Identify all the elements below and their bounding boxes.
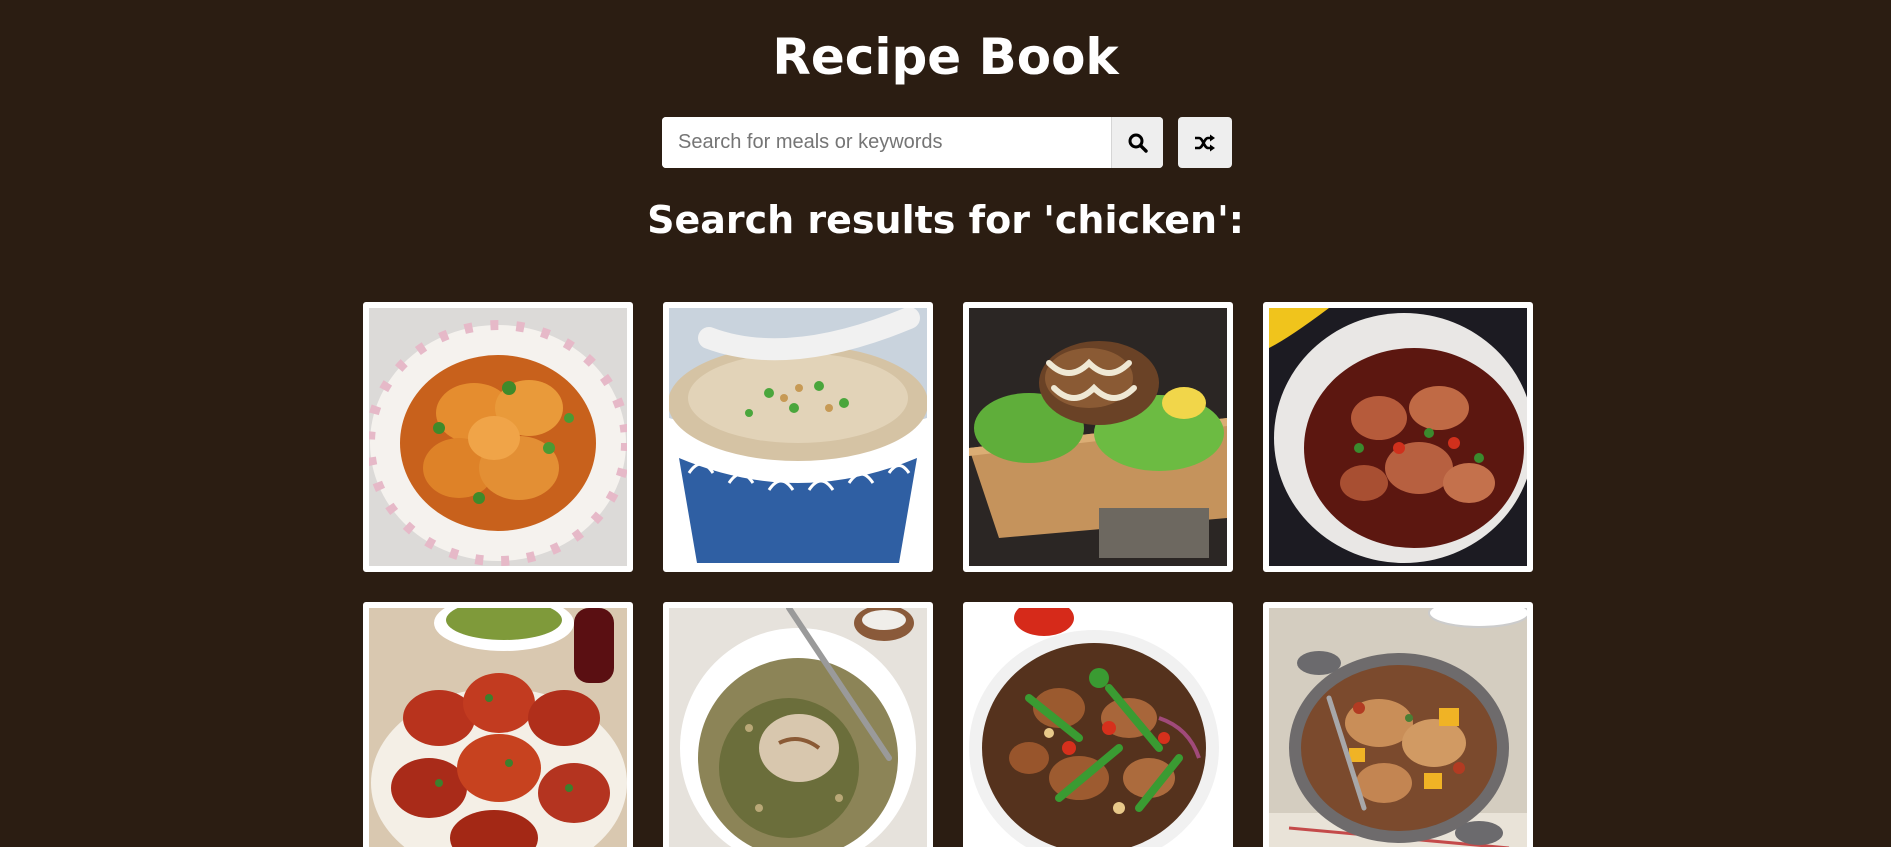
meal-card[interactable] — [363, 302, 633, 572]
chicken-casserole-image — [1269, 608, 1527, 847]
meal-card[interactable] — [963, 602, 1233, 847]
meal-card[interactable] — [963, 302, 1233, 572]
shuffle-icon — [1195, 134, 1215, 151]
chicken-curry-bowl-image — [369, 308, 627, 566]
random-meal-button[interactable] — [1178, 117, 1232, 168]
tandoori-chicken-image — [369, 608, 627, 847]
grilled-chicken-lettuce-image — [969, 308, 1227, 566]
meal-card[interactable] — [663, 302, 933, 572]
meal-grid — [363, 302, 1533, 847]
rice-congee-bowl-image — [669, 308, 927, 566]
chicken-stir-fry-image — [969, 608, 1227, 847]
page-title: Recipe Book — [772, 28, 1119, 86]
chicken-stew-pot-image — [1269, 308, 1527, 566]
chicken-lentils-bowl-image — [669, 608, 927, 847]
meal-card[interactable] — [1263, 602, 1533, 847]
search-icon — [1128, 133, 1148, 153]
search-input[interactable] — [662, 117, 1111, 168]
search-form — [662, 117, 1163, 168]
search-bar — [662, 117, 1232, 168]
meal-card[interactable] — [363, 602, 633, 847]
search-button[interactable] — [1111, 117, 1163, 168]
results-heading: Search results for 'chicken': — [647, 198, 1244, 242]
meal-card[interactable] — [1263, 302, 1533, 572]
meal-card[interactable] — [663, 602, 933, 847]
recipe-page: Recipe Book Search results for 'chicken'… — [0, 0, 1891, 847]
